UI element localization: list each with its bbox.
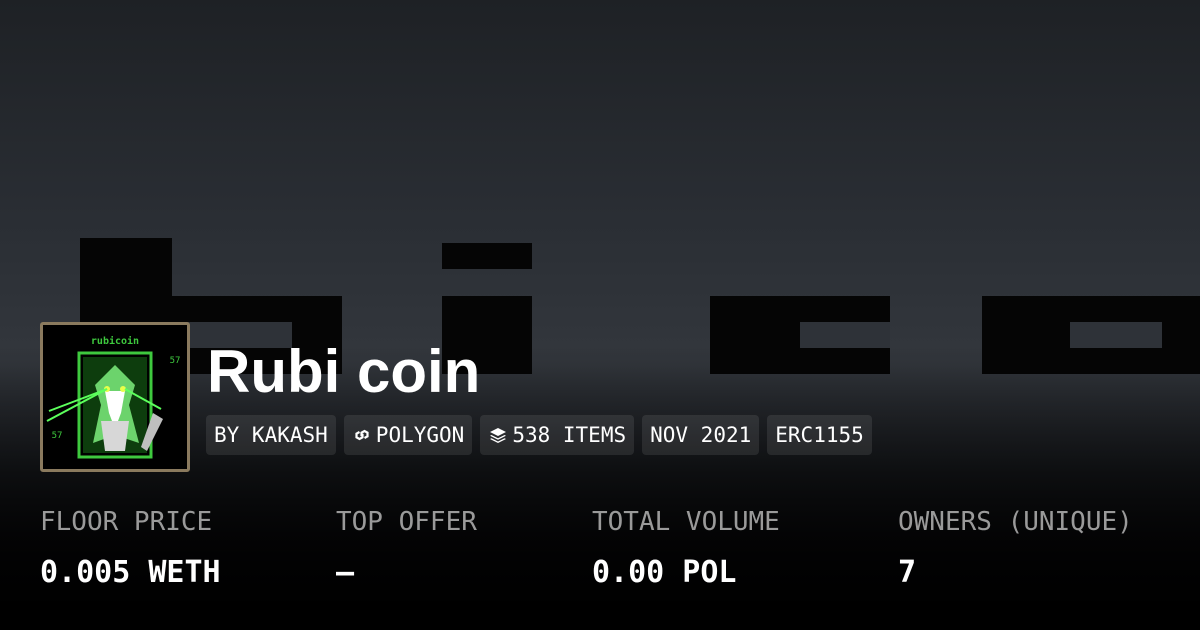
avatar-caption: rubicoin <box>91 335 139 347</box>
token-standard-label: ERC1155 <box>775 423 864 447</box>
collection-avatar[interactable]: rubicoin 57 57 <box>40 322 190 472</box>
stat-label: TOP OFFER <box>336 507 477 537</box>
stat-floor-price: FLOOR PRICE 0.005 WETH <box>40 505 221 591</box>
items-label: 538 ITEMS <box>512 423 627 447</box>
collection-meta-chips: BY KAKASH POLYGON 538 ITEMS NOV 2021 ERC… <box>206 415 872 455</box>
stat-value: – <box>336 555 355 590</box>
stat-label: OWNERS (UNIQUE) <box>898 507 1133 537</box>
stat-total-volume: TOTAL VOLUME 0.00 POL <box>592 505 780 591</box>
created-date-label: NOV 2021 <box>650 423 752 447</box>
stat-owners: OWNERS (UNIQUE) 7 <box>898 505 1133 591</box>
stat-value: 7 <box>898 555 917 590</box>
svg-text:57: 57 <box>170 356 181 366</box>
chain-chip[interactable]: POLYGON <box>343 415 473 455</box>
collection-title: Rubi coin <box>207 338 481 405</box>
stat-top-offer: TOP OFFER – <box>336 505 477 591</box>
stat-label: TOTAL VOLUME <box>592 507 780 537</box>
created-date-chip: NOV 2021 <box>642 415 760 455</box>
stat-value: 0.00 POL <box>592 555 737 590</box>
creator-label: BY KAKASH <box>214 423 328 447</box>
creator-chip[interactable]: BY KAKASH <box>206 415 336 455</box>
layers-icon <box>490 428 507 443</box>
polygon-link-icon <box>355 429 369 441</box>
chain-label: POLYGON <box>375 423 465 447</box>
svg-text:57: 57 <box>52 431 63 441</box>
items-chip[interactable]: 538 ITEMS <box>480 415 635 455</box>
stat-value: 0.005 WETH <box>40 555 221 590</box>
token-standard-chip: ERC1155 <box>767 415 872 455</box>
stat-label: FLOOR PRICE <box>40 507 213 537</box>
